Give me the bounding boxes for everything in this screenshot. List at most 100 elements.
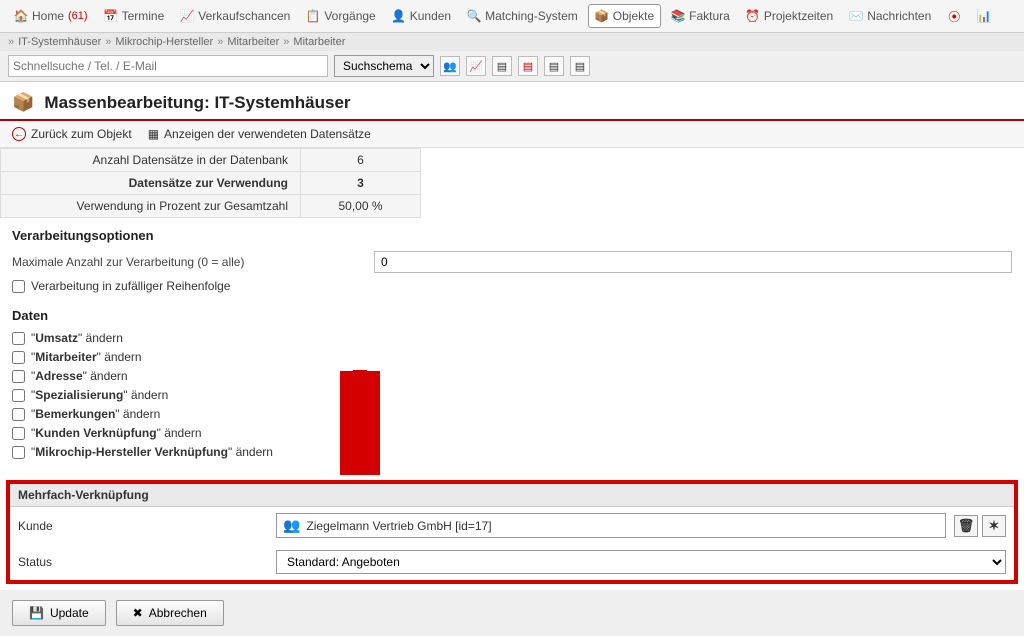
random-order-row: Verarbeitung in zufälliger Reihenfolge bbox=[12, 279, 1012, 293]
multilink-panel: Mehrfach-Verknüpfung Kunde 👥 Ziegelmann … bbox=[6, 480, 1018, 584]
home-icon: 🏠 bbox=[14, 9, 28, 23]
close-icon: ✖ bbox=[133, 606, 143, 620]
breadcrumb-item[interactable]: Mitarbeiter bbox=[293, 36, 345, 48]
kunde-add-button[interactable]: ✶ bbox=[982, 515, 1006, 537]
nav-label: Objekte bbox=[613, 9, 654, 23]
cancel-button[interactable]: ✖ Abbrechen bbox=[116, 600, 224, 626]
update-button[interactable]: 💾 Update bbox=[12, 600, 106, 626]
field-change-row: "Bemerkungen" ändern bbox=[12, 407, 1012, 421]
nav-termine[interactable]: 📅 Termine bbox=[98, 5, 171, 27]
back-link[interactable]: ← Zurück zum Objekt bbox=[12, 127, 132, 141]
nav-projektzeiten[interactable]: ⏰ Projektzeiten bbox=[740, 5, 839, 27]
field-change-row: "Umsatz" ändern bbox=[12, 331, 1012, 345]
status-select[interactable]: Standard: Angeboten bbox=[276, 550, 1006, 574]
quicksearch-input[interactable] bbox=[8, 55, 328, 77]
mail-icon: ✉️ bbox=[849, 9, 863, 23]
field-change-checkbox[interactable] bbox=[12, 389, 25, 402]
back-arrow-icon: ← bbox=[12, 127, 26, 141]
object-icon: 📦 bbox=[12, 92, 34, 113]
page-title: Massenbearbeitung: IT-Systemhäuser bbox=[44, 93, 350, 113]
field-change-label: "Spezialisierung" ändern bbox=[31, 388, 168, 402]
nav-matching[interactable]: 🔍 Matching-System bbox=[461, 5, 584, 27]
nav-label: Termine bbox=[122, 9, 165, 23]
book-icon: 📚 bbox=[671, 9, 685, 23]
field-change-checkbox[interactable] bbox=[12, 370, 25, 383]
kunde-label: Kunde bbox=[18, 519, 268, 533]
stats-value: 50,00 % bbox=[301, 195, 421, 218]
footer-buttons: 💾 Update ✖ Abbrechen bbox=[0, 590, 1024, 636]
schema-select[interactable]: Suchschema bbox=[334, 55, 434, 77]
field-change-checkbox[interactable] bbox=[12, 446, 25, 459]
chevron-right-icon: » bbox=[105, 36, 111, 48]
kunde-input[interactable]: 👥 Ziegelmann Vertrieb GmbH [id=17] bbox=[276, 513, 946, 538]
search-bar: Suchschema 👥 📈 ▤ ▤ ▤ ▤ bbox=[0, 51, 1024, 82]
update-label: Update bbox=[50, 606, 89, 620]
nav-label: Kunden bbox=[410, 9, 451, 23]
nav-extra1[interactable]: ⦿ bbox=[941, 5, 967, 27]
nav-label: Faktura bbox=[689, 9, 730, 23]
box-icon: 📦 bbox=[595, 9, 609, 23]
field-change-checkbox[interactable] bbox=[12, 351, 25, 364]
kunde-row: Kunde 👥 Ziegelmann Vertrieb GmbH [id=17]… bbox=[10, 507, 1014, 544]
field-change-row: "Mitarbeiter" ändern bbox=[12, 350, 1012, 364]
back-label: Zurück zum Objekt bbox=[31, 127, 132, 141]
max-count-input[interactable] bbox=[374, 251, 1012, 273]
nav-faktura[interactable]: 📚 Faktura bbox=[665, 5, 736, 27]
field-change-row: "Spezialisierung" ändern bbox=[12, 388, 1012, 402]
nav-objekte[interactable]: 📦 Objekte bbox=[588, 4, 661, 28]
options-section: Verarbeitungsoptionen Maximale Anzahl zu… bbox=[0, 218, 1024, 308]
nav-label: Projektzeiten bbox=[764, 9, 833, 23]
field-change-checkbox[interactable] bbox=[12, 408, 25, 421]
field-change-label: "Mikrochip-Hersteller Verknüpfung" änder… bbox=[31, 445, 273, 459]
random-order-checkbox[interactable] bbox=[12, 280, 25, 293]
stats-value: 3 bbox=[301, 172, 421, 195]
status-row: Status Standard: Angeboten bbox=[10, 544, 1014, 580]
nav-home[interactable]: 🏠 Home (61) bbox=[8, 5, 94, 27]
nav-nachrichten[interactable]: ✉️ Nachrichten bbox=[843, 5, 937, 27]
breadcrumb-item[interactable]: IT-Systemhäuser bbox=[18, 36, 101, 48]
field-change-row: "Mikrochip-Hersteller Verknüpfung" änder… bbox=[12, 445, 1012, 459]
stats-row: Verwendung in Prozent zur Gesamtzahl 50,… bbox=[1, 195, 421, 218]
cancel-label: Abbrechen bbox=[149, 606, 207, 620]
breadcrumb-item[interactable]: Mikrochip-Hersteller bbox=[115, 36, 213, 48]
field-change-label: "Adresse" ändern bbox=[31, 369, 128, 383]
toolbar-btn-list4[interactable]: ▤ bbox=[570, 56, 590, 76]
chart-icon: 📈 bbox=[180, 9, 194, 23]
toolbar-btn-list3[interactable]: ▤ bbox=[544, 56, 564, 76]
max-count-row: Maximale Anzahl zur Verarbeitung (0 = al… bbox=[12, 251, 1012, 273]
random-order-label: Verarbeitung in zufälliger Reihenfolge bbox=[31, 279, 230, 293]
field-change-label: "Bemerkungen" ändern bbox=[31, 407, 160, 421]
show-records-link[interactable]: ▦ Anzeigen der verwendeten Datensätze bbox=[148, 127, 371, 141]
data-heading: Daten bbox=[12, 308, 1012, 323]
list-icon: ▦ bbox=[148, 127, 159, 141]
breadcrumb: » IT-Systemhäuser » Mikrochip-Hersteller… bbox=[0, 33, 1024, 51]
nav-kunden[interactable]: 👤 Kunden bbox=[386, 5, 457, 27]
clock-icon: ⏰ bbox=[746, 9, 760, 23]
field-change-label: "Kunden Verknüpfung" ändern bbox=[31, 426, 202, 440]
toolbar-btn-chart[interactable]: 📈 bbox=[466, 56, 486, 76]
clipboard-icon: 📋 bbox=[306, 9, 320, 23]
chevron-right-icon: » bbox=[283, 36, 289, 48]
toolbar-btn-users[interactable]: 👥 bbox=[440, 56, 460, 76]
record-icon: ⦿ bbox=[947, 9, 961, 23]
options-heading: Verarbeitungsoptionen bbox=[12, 228, 1012, 243]
breadcrumb-item[interactable]: Mitarbeiter bbox=[227, 36, 279, 48]
nav-label: Matching-System bbox=[485, 9, 578, 23]
save-icon: 💾 bbox=[29, 606, 44, 620]
toolbar-btn-list1[interactable]: ▤ bbox=[492, 56, 512, 76]
status-label: Status bbox=[18, 555, 268, 569]
nav-label: Verkaufschancen bbox=[198, 9, 290, 23]
page-title-row: 📦 Massenbearbeitung: IT-Systemhäuser bbox=[0, 82, 1024, 119]
field-change-checkbox[interactable] bbox=[12, 332, 25, 345]
stats-table: Anzahl Datensätze in der Datenbank 6 Dat… bbox=[0, 148, 421, 218]
nav-extra2[interactable]: 📊 bbox=[971, 5, 997, 27]
multilink-heading: Mehrfach-Verknüpfung bbox=[10, 484, 1014, 507]
stats-value: 6 bbox=[301, 149, 421, 172]
kunde-clear-button[interactable]: 🗑 bbox=[954, 515, 978, 537]
toolbar-btn-list2[interactable]: ▤ bbox=[518, 56, 538, 76]
field-change-checkbox[interactable] bbox=[12, 427, 25, 440]
nav-verkaufschancen[interactable]: 📈 Verkaufschancen bbox=[174, 5, 296, 27]
nav-label: Home bbox=[32, 9, 64, 23]
nav-vorgaenge[interactable]: 📋 Vorgänge bbox=[300, 5, 381, 27]
user-icon: 👤 bbox=[392, 9, 406, 23]
